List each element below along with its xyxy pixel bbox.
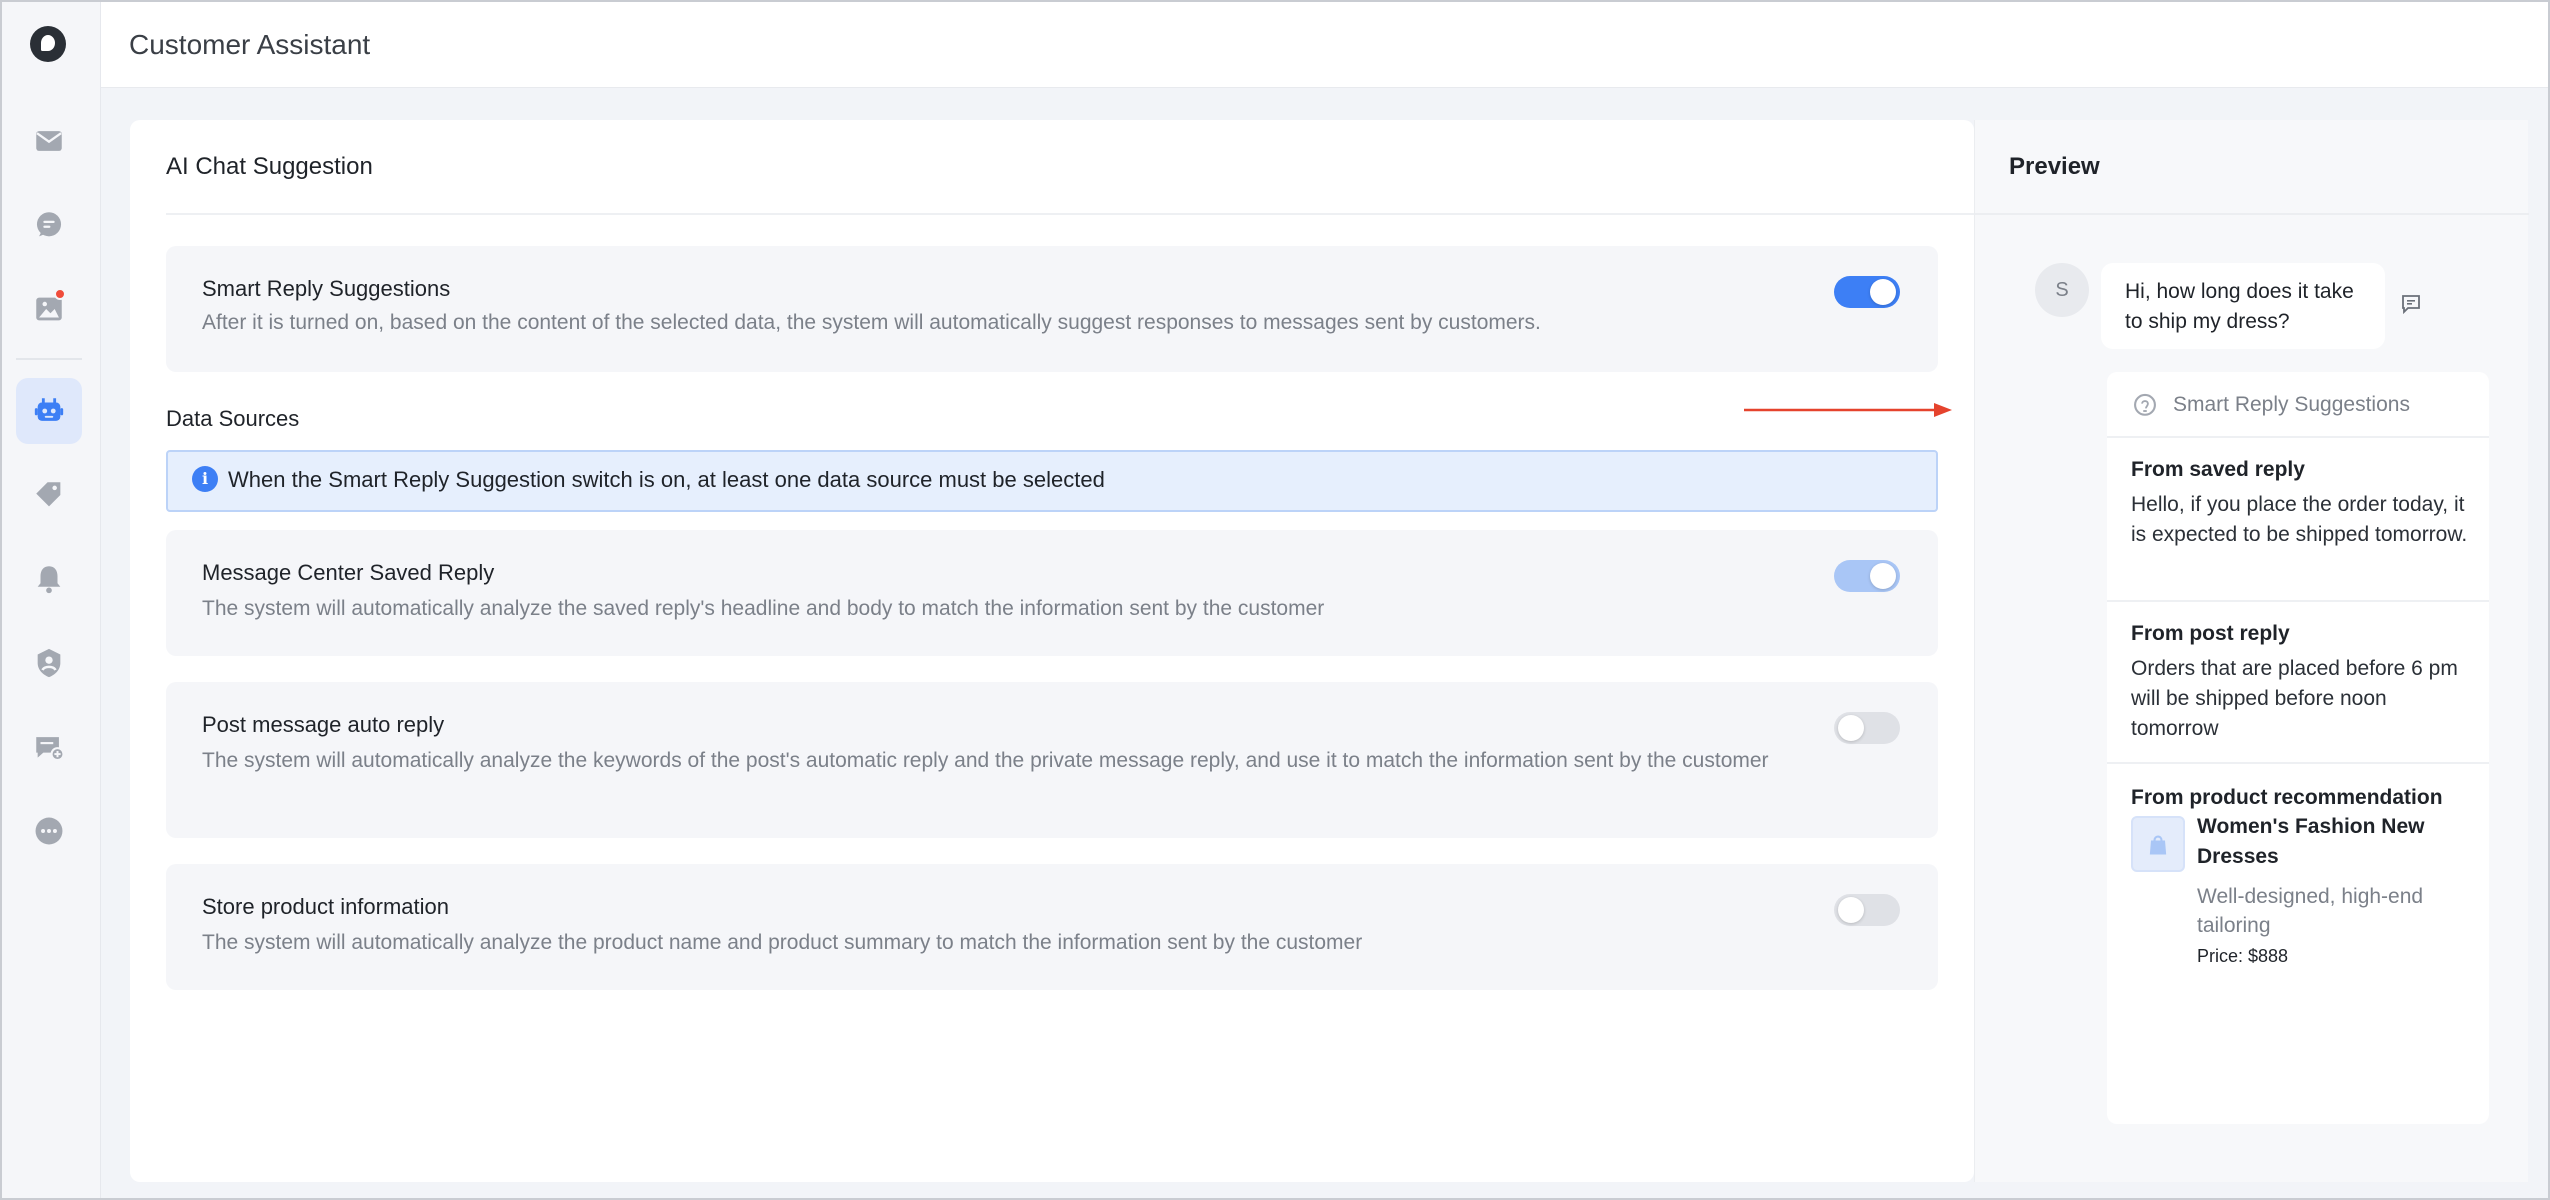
post-auto-reply-toggle[interactable] bbox=[1834, 712, 1900, 744]
smart-reply-toggle[interactable] bbox=[1834, 276, 1900, 308]
saved-reply-toggle[interactable] bbox=[1834, 560, 1900, 592]
sidebar-divider bbox=[16, 358, 82, 360]
section-divider bbox=[166, 213, 1974, 215]
product-price: Price: $888 bbox=[2197, 946, 2289, 966]
sidebar-item-tags[interactable] bbox=[16, 462, 82, 528]
suggestions-header-text: Smart Reply Suggestions bbox=[2173, 393, 2410, 416]
suggestion-text: Orders that are placed before 6 pm will … bbox=[2131, 657, 2458, 740]
data-sources-label: Data Sources bbox=[166, 406, 300, 431]
toggle-knob bbox=[1870, 563, 1896, 589]
more-icon bbox=[35, 817, 63, 845]
source-name: Store product information bbox=[202, 894, 450, 919]
toggle-knob bbox=[1838, 897, 1864, 923]
source-store-product: Store product information The system wil… bbox=[166, 864, 1938, 990]
settings-panel: AI Chat Suggestion Smart Reply Suggestio… bbox=[130, 120, 1974, 1182]
preview-title: Preview bbox=[2009, 153, 2100, 180]
source-description: The system will automatically analyze th… bbox=[202, 749, 1769, 772]
source-saved-reply: Message Center Saved Reply The system wi… bbox=[166, 530, 1938, 656]
preview-panel: Preview S Hi, how long does it take to s… bbox=[1974, 120, 2529, 1182]
info-text: When the Smart Reply Suggestion switch i… bbox=[228, 467, 1105, 492]
product-description: Well-designed, high-end tailoring bbox=[2197, 885, 2424, 937]
product-thumbnail[interactable] bbox=[2131, 816, 2185, 872]
bell-icon bbox=[37, 566, 61, 594]
source-name: Post message auto reply bbox=[202, 712, 445, 737]
sidebar-item-more[interactable] bbox=[16, 798, 82, 864]
customer-message: Hi, how long does it take to ship my dre… bbox=[2101, 263, 2385, 349]
source-description: The system will automatically analyze th… bbox=[202, 931, 1363, 954]
annotation-arrow bbox=[1744, 403, 1952, 417]
sidebar-item-media[interactable] bbox=[16, 276, 82, 342]
notification-badge bbox=[54, 288, 66, 300]
suggestions-card: Smart Reply Suggestions From saved reply… bbox=[2107, 372, 2489, 1124]
source-post-auto-reply: Post message auto reply The system will … bbox=[166, 682, 1938, 838]
section-title: AI Chat Suggestion bbox=[166, 153, 373, 180]
reply-icon[interactable] bbox=[2399, 292, 2423, 316]
message-add-icon bbox=[36, 737, 65, 762]
page-title: Customer Assistant bbox=[129, 29, 371, 60]
sidebar bbox=[2, 2, 101, 1198]
suggestion-post-reply[interactable]: From post reply Orders that are placed b… bbox=[2107, 602, 2489, 764]
setting-description: After it is turned on, based on the cont… bbox=[202, 311, 1541, 334]
app-window: Customer Assistant AI Chat Suggestion Sm… bbox=[0, 0, 2550, 1200]
suggestions-header: Smart Reply Suggestions bbox=[2107, 372, 2489, 438]
sidebar-item-ai-assistant[interactable] bbox=[16, 378, 82, 444]
product-name[interactable]: Women's Fashion New Dresses bbox=[2197, 812, 2467, 872]
toggle-knob bbox=[1838, 715, 1864, 741]
source-name: Message Center Saved Reply bbox=[202, 560, 495, 585]
robot-icon bbox=[34, 398, 64, 421]
mail-icon bbox=[36, 131, 62, 151]
lightbulb-icon bbox=[2134, 393, 2156, 416]
suggestion-label: From product recommendation bbox=[2131, 786, 2443, 809]
suggestion-label: From post reply bbox=[2131, 622, 2290, 645]
suggestion-text: Hello, if you place the order today, it … bbox=[2131, 493, 2468, 546]
sidebar-item-mail[interactable] bbox=[16, 108, 82, 174]
sidebar-item-users[interactable] bbox=[16, 630, 82, 696]
app-logo[interactable] bbox=[30, 26, 66, 62]
info-alert: i When the Smart Reply Suggestion switch… bbox=[166, 450, 1938, 512]
tag-icon bbox=[36, 482, 61, 507]
source-description: The system will automatically analyze th… bbox=[202, 597, 1325, 620]
sidebar-item-messages[interactable] bbox=[16, 714, 82, 780]
suggestion-label: From saved reply bbox=[2131, 458, 2305, 481]
preview-divider bbox=[1975, 213, 2529, 215]
chat-icon bbox=[36, 212, 62, 237]
suggestion-saved-reply[interactable]: From saved reply Hello, if you place the… bbox=[2107, 438, 2489, 602]
store-product-toggle[interactable] bbox=[1834, 894, 1900, 926]
shopping-bag-icon bbox=[2149, 835, 2167, 855]
user-shield-icon bbox=[37, 648, 61, 678]
top-header: Customer Assistant bbox=[101, 2, 2548, 88]
customer-avatar: S bbox=[2035, 263, 2089, 317]
smart-reply-setting: Smart Reply Suggestions After it is turn… bbox=[166, 246, 1938, 372]
info-icon: i bbox=[192, 466, 218, 492]
toggle-knob bbox=[1870, 279, 1896, 305]
sidebar-item-notifications[interactable] bbox=[16, 546, 82, 612]
sidebar-item-chat[interactable] bbox=[16, 192, 82, 258]
setting-name: Smart Reply Suggestions bbox=[202, 276, 451, 301]
